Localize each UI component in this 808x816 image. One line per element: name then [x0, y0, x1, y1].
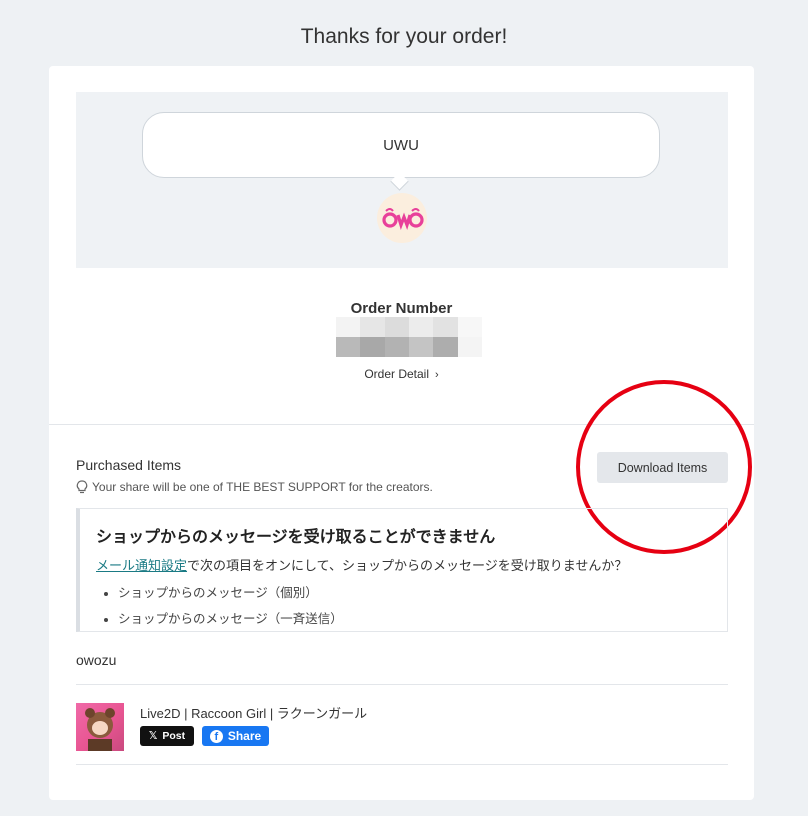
- notice-title: ショップからのメッセージを受け取ることができません: [96, 529, 496, 546]
- page-title: Thanks for your order!: [300, 25, 508, 48]
- notice-body: メール通知設定で次の項目をオンにして、ショップからのメッセージを受け取りませんか…: [96, 555, 711, 574]
- item-title[interactable]: Live2D | Raccoon Girl | ラクーンガール: [140, 703, 367, 722]
- support-note-text: Your share will be one of THE BEST SUPPO…: [92, 480, 433, 494]
- item-divider-bottom: [76, 764, 728, 765]
- x-post-button[interactable]: 𝕏 Post: [140, 726, 194, 746]
- message-text: UWU: [383, 136, 419, 154]
- notification-notice: ショップからのメッセージを受け取ることができません メール通知設定で次の項目をオ…: [76, 508, 728, 632]
- download-items-button[interactable]: Download Items: [597, 452, 728, 483]
- shop-name[interactable]: owozu: [76, 652, 116, 668]
- x-post-label: Post: [162, 730, 186, 742]
- chevron-right-icon: ›: [435, 369, 439, 381]
- item-thumbnail[interactable]: [76, 703, 124, 751]
- mail-notification-settings-link[interactable]: メール通知設定: [96, 558, 187, 573]
- order-detail-link[interactable]: Order Detail ›: [49, 367, 754, 381]
- item-divider-top: [76, 684, 728, 685]
- notice-list-item: ショップからのメッセージ（個別）: [118, 582, 711, 601]
- purchased-items-title: Purchased Items: [76, 457, 182, 473]
- support-note: Your share will be one of THE BEST SUPPO…: [76, 480, 433, 494]
- message-bubble: UWU: [142, 112, 660, 178]
- x-logo-icon: 𝕏: [148, 730, 158, 742]
- facebook-icon: f: [209, 729, 223, 743]
- order-number-redacted: [336, 317, 482, 357]
- notice-body-text: で次の項目をオンにして、ショップからのメッセージを受け取りませんか？: [187, 558, 628, 573]
- owo-logo-icon[interactable]: [377, 193, 427, 243]
- facebook-share-button[interactable]: f Share: [202, 726, 269, 746]
- notice-list-item: ショップからのメッセージ（一斉送信）: [118, 608, 711, 627]
- lightbulb-icon: [76, 480, 88, 494]
- facebook-share-label: Share: [227, 729, 262, 743]
- section-divider: [49, 424, 754, 425]
- order-detail-label: Order Detail: [364, 367, 429, 381]
- shop-message-panel: UWU: [76, 92, 728, 268]
- notice-list: ショップからのメッセージ（個別） ショップからのメッセージ（一斉送信）: [96, 582, 711, 627]
- order-card: UWU Order Number Order Detail › Purchased…: [49, 66, 754, 800]
- order-number-label: Order Number: [350, 300, 453, 317]
